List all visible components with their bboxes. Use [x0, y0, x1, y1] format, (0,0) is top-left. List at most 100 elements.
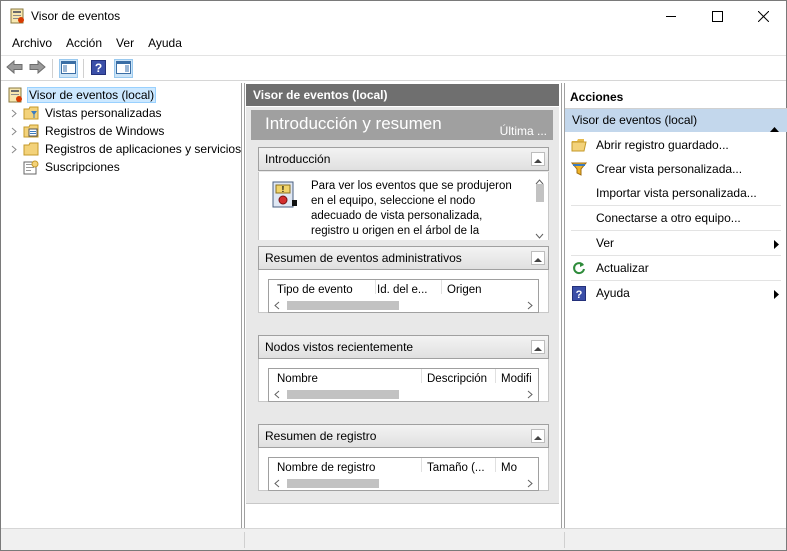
action-label: Ver [596, 236, 615, 250]
section-header-recent-nodes[interactable]: Nodos vistos recientemente [258, 335, 549, 359]
menu-accion[interactable]: Acción [59, 33, 109, 53]
toolbar-separator [83, 59, 84, 78]
submenu-arrow-icon [774, 238, 779, 252]
scrollbar-thumb[interactable] [287, 479, 379, 488]
tree-item-app-service-logs[interactable]: Registros de aplicaciones y servicios [9, 140, 243, 158]
tree-item-windows-logs[interactable]: Registros de Windows [9, 122, 166, 140]
section-header-admin-summary[interactable]: Resumen de eventos administrativos [258, 246, 549, 270]
menu-ayuda[interactable]: Ayuda [141, 33, 189, 53]
admin-summary-table: Tipo de evento Id. del e... Origen [268, 279, 539, 313]
table-header: Nombre Descripción Modifi [269, 369, 538, 385]
console-tree: Visor de eventos (local) Vistas personal… [1, 83, 242, 528]
tree-item-label: Registros de aplicaciones y servicios [45, 142, 242, 156]
collapse-button[interactable] [531, 251, 545, 265]
title-bar: Visor de eventos [1, 1, 786, 32]
tree-item-label: Registros de Windows [45, 124, 165, 138]
svg-text:!: ! [282, 185, 285, 194]
column-header[interactable]: Nombre [277, 373, 417, 385]
column-separator [495, 458, 496, 472]
column-header[interactable]: Tipo de evento [277, 284, 375, 296]
scroll-left-icon[interactable] [272, 389, 282, 399]
action-create-custom-view[interactable]: Crear vista personalizada... [565, 157, 787, 181]
event-log-icon: ! [271, 180, 299, 210]
collapse-button[interactable] [531, 429, 545, 443]
scrollbar-thumb[interactable] [287, 301, 399, 310]
horizontal-scrollbar[interactable] [269, 386, 538, 401]
scroll-left-icon[interactable] [272, 478, 282, 488]
forward-button[interactable] [28, 59, 47, 78]
action-refresh[interactable]: Actualizar [565, 256, 787, 280]
section-header-introduction[interactable]: Introducción [258, 147, 549, 171]
chevron-up-icon [534, 251, 542, 265]
show-hide-console-tree-button[interactable] [59, 59, 78, 78]
expand-chevron-icon[interactable] [9, 108, 19, 118]
scrollbar-thumb[interactable] [536, 184, 544, 202]
tree-item-label: Visor de eventos (local) [27, 87, 157, 103]
last-refreshed-label: Última ... [499, 124, 547, 138]
expand-chevron-icon[interactable] [9, 144, 19, 154]
close-button[interactable] [740, 1, 786, 32]
center-pane: Visor de eventos (local) Introducción y … [244, 83, 562, 528]
introduction-text: Para ver los eventos que se produjeron e… [311, 180, 512, 237]
column-separator [495, 369, 496, 383]
section-title: Resumen de registro [265, 429, 377, 443]
show-hide-action-pane-button[interactable] [114, 59, 133, 78]
maximize-button[interactable] [694, 1, 740, 32]
action-label: Actualizar [596, 261, 649, 275]
section-header-log-summary[interactable]: Resumen de registro [258, 424, 549, 448]
column-header[interactable]: Tamaño (... [427, 462, 493, 474]
collapse-button[interactable] [531, 340, 545, 354]
log-summary-table: Nombre de registro Tamaño (... Mo [268, 457, 539, 491]
action-view[interactable]: Ver [565, 231, 787, 255]
scroll-right-icon[interactable] [525, 300, 535, 310]
minimize-button[interactable] [648, 1, 694, 32]
section-title: Nodos vistos recientemente [265, 340, 414, 354]
expand-chevron-icon[interactable] [9, 126, 19, 136]
column-header[interactable]: Descripción [427, 373, 491, 385]
help-button[interactable]: ? [89, 59, 108, 78]
forward-arrow-icon [29, 59, 46, 77]
scroll-right-icon[interactable] [525, 389, 535, 399]
actions-group-header[interactable]: Visor de eventos (local) [565, 109, 787, 132]
log-folder-icon [23, 123, 39, 139]
scroll-down-icon[interactable] [535, 228, 544, 240]
action-help[interactable]: ? Ayuda [565, 281, 787, 305]
tree-item-custom-views[interactable]: Vistas personalizadas [9, 104, 164, 122]
column-header[interactable]: Mo [501, 462, 537, 474]
svg-text:?: ? [576, 289, 583, 301]
column-header[interactable]: Modifi [501, 373, 537, 385]
menu-ver[interactable]: Ver [109, 33, 141, 53]
menu-archivo[interactable]: Archivo [5, 33, 59, 53]
svg-text:?: ? [95, 61, 102, 75]
horizontal-scrollbar[interactable] [269, 297, 538, 312]
action-connect-other-computer[interactable]: Conectarse a otro equipo... [565, 206, 787, 230]
status-bar [1, 528, 786, 550]
introduction-scrollbar[interactable] [532, 172, 547, 240]
overview-title: Introducción y resumen [265, 114, 442, 133]
actions-pane: Acciones Visor de eventos (local) Abrir … [564, 83, 787, 528]
introduction-content: ! Para ver los eventos que se produjeron… [258, 172, 549, 240]
back-button[interactable] [5, 59, 24, 78]
horizontal-scrollbar[interactable] [269, 475, 538, 490]
scroll-left-icon[interactable] [272, 300, 282, 310]
open-folder-icon [571, 137, 587, 153]
column-separator [421, 458, 422, 472]
column-header[interactable]: Id. del e... [377, 284, 441, 296]
action-import-custom-view[interactable]: Importar vista personalizada... [565, 181, 787, 205]
column-header[interactable]: Origen [447, 284, 507, 296]
window-title: Visor de eventos [31, 9, 121, 23]
subscriptions-icon [23, 159, 39, 175]
collapse-button[interactable] [531, 152, 545, 166]
center-pane-footer [246, 503, 559, 525]
actions-header: Acciones [565, 85, 787, 109]
help-icon: ? [91, 59, 106, 78]
chevron-up-icon [534, 340, 542, 354]
column-header[interactable]: Nombre de registro [277, 462, 419, 474]
menu-bar: Archivo Acción Ver Ayuda [1, 32, 786, 54]
tree-item-subscriptions[interactable]: Suscripciones [23, 158, 122, 176]
scrollbar-thumb[interactable] [287, 390, 399, 399]
action-open-saved-log[interactable]: Abrir registro guardado... [565, 133, 787, 157]
scroll-right-icon[interactable] [525, 478, 535, 488]
tree-item-event-viewer-local[interactable]: Visor de eventos (local) [7, 86, 157, 104]
chevron-up-icon [534, 429, 542, 443]
